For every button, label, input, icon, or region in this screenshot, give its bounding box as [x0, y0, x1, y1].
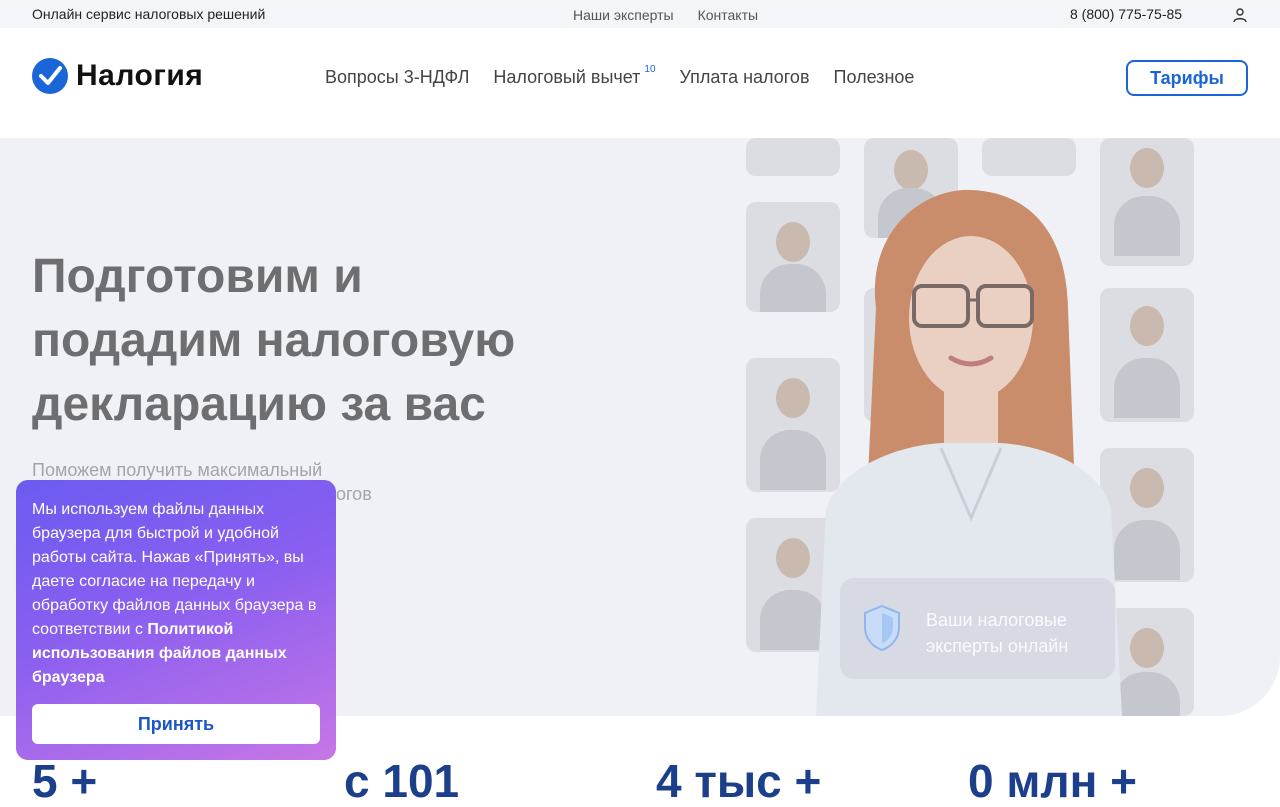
stat-value: 5 +	[32, 755, 98, 807]
nav-label: Уплата налогов	[679, 67, 810, 87]
expert-photo	[982, 138, 1076, 176]
checkmark-logo-icon	[32, 58, 68, 94]
nav-label: Вопросы 3-НДФЛ	[325, 67, 470, 87]
nav-item-deduction[interactable]: Налоговый вычет 10	[493, 64, 656, 88]
nav-item-useful[interactable]: Полезное	[834, 67, 915, 88]
nav-item-3ndfl[interactable]: Вопросы 3-НДФЛ	[325, 67, 469, 88]
nav-badge: 10	[644, 64, 656, 75]
nav-item-tax-payment[interactable]: Уплата налогов	[680, 67, 810, 88]
nav-label: Полезное	[833, 67, 915, 87]
experts-online-card: Ваши налоговые эксперты онлайн	[840, 578, 1115, 679]
hero-title-line: декларацию за вас	[32, 378, 486, 431]
site-tagline: Онлайн сервис налоговых решений	[32, 6, 266, 22]
expert-card-label: Ваши налоговые эксперты онлайн	[926, 607, 1068, 659]
stat-value: с 101	[344, 755, 460, 807]
cookie-consent-banner: Мы используем файлы данных браузера для …	[16, 480, 336, 760]
hero-title-line: подадим налоговую	[32, 314, 516, 367]
tariffs-button[interactable]: Тарифы	[1126, 60, 1248, 96]
experts-link[interactable]: Наши эксперты	[573, 7, 674, 23]
user-icon[interactable]	[1232, 7, 1248, 23]
accept-cookies-button[interactable]: Принять	[32, 704, 320, 744]
expert-card-line: Ваши налоговые	[926, 610, 1067, 630]
top-links: Наши эксперты Контакты	[573, 7, 758, 23]
expert-photo	[746, 138, 840, 176]
cookie-text: Мы используем файлы данных браузера для …	[32, 498, 320, 690]
logo[interactable]: Налогия	[32, 58, 203, 94]
stat-value: 4 тыс +	[656, 755, 822, 807]
shield-icon	[864, 604, 900, 652]
logo-text: Налогия	[76, 59, 204, 92]
hero-title: Подготовим и подадим налоговую деклараци…	[32, 245, 592, 437]
contacts-link[interactable]: Контакты	[698, 7, 758, 23]
nav-label: Налоговый вычет	[493, 67, 641, 87]
phone-link[interactable]: 8 (800) 775-75-85	[1070, 6, 1182, 22]
main-nav: Вопросы 3-НДФЛ Налоговый вычет 10 Уплата …	[325, 64, 915, 88]
cookie-text-plain: Мы используем файлы данных браузера для …	[32, 501, 317, 638]
main-header: Налогия Вопросы 3-НДФЛ Налоговый вычет 10…	[0, 28, 1280, 138]
top-bar: Онлайн сервис налоговых решений Наши экс…	[0, 0, 1280, 28]
hero-title-line: Подготовим и	[32, 250, 363, 303]
stat-value: 0 млн +	[968, 755, 1138, 807]
expert-card-line: эксперты онлайн	[926, 636, 1069, 656]
hero-subtitle-line: Поможем получить максимальный	[32, 460, 323, 480]
